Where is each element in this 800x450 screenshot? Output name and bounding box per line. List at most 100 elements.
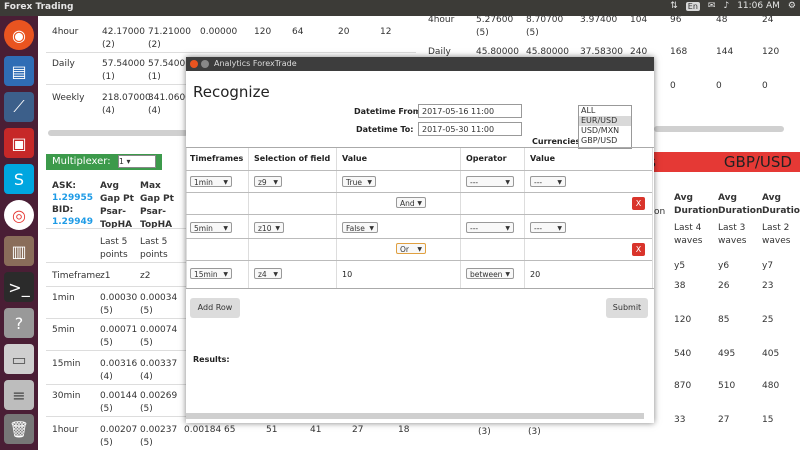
currency-option[interactable]: ALL	[579, 106, 631, 116]
ubuntu-logo-icon[interactable]: ◉	[4, 20, 34, 50]
operator-select[interactable]: --- ▼	[466, 176, 514, 187]
field-select[interactable]: z4 ▼	[254, 268, 282, 279]
cell: 0	[762, 81, 768, 91]
dropdown-arrow-icon: ▼	[505, 225, 510, 232]
document-viewer-icon[interactable]: ▤	[4, 56, 34, 86]
divider	[46, 262, 186, 263]
divider	[186, 214, 652, 215]
cell: 0.00074 (5)	[140, 325, 178, 348]
datetime-to-label: Datetime To:	[356, 125, 414, 134]
datetime-to-input[interactable]: 2017-05-30 11:00	[418, 122, 522, 136]
divider	[336, 148, 337, 288]
cell: 65	[224, 425, 236, 435]
divider	[46, 228, 186, 229]
value-input[interactable]: 10	[342, 270, 352, 279]
multiplexer-select[interactable]: 1 ▾	[117, 154, 156, 168]
select-value: z10	[258, 224, 272, 233]
divider	[186, 260, 652, 261]
cell: 870	[674, 381, 692, 391]
help-icon[interactable]: ?	[4, 308, 34, 338]
cell: 405	[762, 349, 780, 359]
chart-app-icon[interactable]: ⟋	[4, 92, 34, 122]
divider	[460, 148, 461, 288]
cell: 0.00144 (5)	[100, 391, 138, 414]
dropdown-arrow-icon: ▼	[505, 179, 510, 186]
dialog-horizontal-scrollbar[interactable]	[186, 413, 644, 419]
cell: 25	[762, 315, 774, 325]
cell: 5.27600 (5)	[476, 16, 514, 38]
value2-select[interactable]: --- ▼	[530, 222, 566, 233]
dialog-titlebar: Analytics ForexTrade	[186, 57, 654, 71]
horizontal-scrollbar-right[interactable]	[654, 126, 784, 132]
header-value: Value	[342, 154, 368, 163]
row-label-daily: Daily	[52, 59, 75, 69]
cell: 0.00237 (5)	[140, 425, 178, 448]
value2-input[interactable]: 20	[530, 270, 540, 279]
volume-icon[interactable]: ♪	[723, 1, 729, 11]
col-header-avg-gap: Avg Gap Pt Psar-TopHA	[100, 181, 134, 230]
submit-button[interactable]: Submit	[606, 298, 648, 318]
divider	[186, 170, 652, 171]
cell: 71.21000 (2)	[148, 27, 191, 50]
settings-gear-icon[interactable]: ⚙	[788, 1, 796, 11]
minimize-icon[interactable]	[201, 60, 209, 68]
conjunction-select[interactable]: Or ▼	[396, 243, 426, 254]
field-select[interactable]: z9 ▼	[254, 176, 282, 187]
horizontal-scrollbar[interactable]	[48, 130, 188, 136]
value-select[interactable]: False ▼	[342, 222, 378, 233]
dropdown-arrow-icon: ▼	[275, 225, 280, 232]
divider	[46, 52, 416, 53]
currency-option[interactable]: GBP/USD	[579, 136, 631, 146]
chrome-icon[interactable]: ◎	[4, 200, 34, 230]
row-label-30min: 30min	[52, 391, 81, 401]
header-field: Selection of field	[254, 154, 331, 163]
operator-select[interactable]: between ▼	[466, 268, 514, 279]
col-header-avg-duration: Avg Duration	[762, 193, 800, 216]
row-label-1hour: 1hour	[52, 425, 79, 435]
add-row-button[interactable]: Add Row	[190, 298, 240, 318]
divider	[652, 148, 653, 288]
network-icon[interactable]: ⇅	[670, 1, 678, 11]
remove-row-button[interactable]: X	[632, 243, 645, 256]
dropdown-arrow-icon: ▼	[223, 271, 228, 278]
timeframe-select[interactable]: 15min ▼	[190, 268, 232, 279]
cell: 20	[338, 27, 350, 37]
timeframe-select[interactable]: 5min ▼	[190, 222, 232, 233]
value-select[interactable]: True ▼	[342, 176, 376, 187]
keyboard-layout-indicator[interactable]: En	[685, 1, 700, 11]
divider	[186, 148, 187, 288]
remove-row-button[interactable]: X	[632, 197, 645, 210]
close-icon[interactable]	[190, 60, 198, 68]
trash-icon[interactable]: 🗑	[4, 414, 34, 444]
cell: 38	[674, 281, 686, 291]
currency-option[interactable]: USD/MXN	[579, 126, 631, 136]
select-value: z9	[258, 178, 267, 187]
red-app-icon[interactable]: ▣	[4, 128, 34, 158]
operator-select[interactable]: --- ▼	[466, 222, 514, 233]
clock[interactable]: 11:06 AM	[737, 1, 780, 11]
col-header-avg-duration: Avg Duration	[718, 193, 763, 216]
timeframe-select[interactable]: 1min ▼	[190, 176, 232, 187]
terminal-icon[interactable]: >_	[4, 272, 34, 302]
currencies-list[interactable]: ALL EUR/USD USD/MXN GBP/USD	[578, 105, 632, 149]
drive-icon[interactable]: ▭	[4, 344, 34, 374]
cell: 8.70700 (5)	[526, 16, 564, 38]
datetime-from-label: Datetime From:	[354, 107, 425, 116]
server-icon[interactable]: ≡	[4, 380, 34, 410]
currency-option[interactable]: EUR/USD	[579, 116, 631, 126]
skype-icon[interactable]: S	[4, 164, 34, 194]
cell: (3)	[478, 427, 491, 437]
field-select[interactable]: z10 ▼	[254, 222, 284, 233]
col-header-max-gap: Max Gap Pt Psar-TopHA	[140, 181, 174, 230]
datetime-from-input[interactable]: 2017-05-16 11:00	[418, 104, 522, 118]
archive-manager-icon[interactable]: ▥	[4, 236, 34, 266]
cell: 12	[380, 27, 392, 37]
conjunction-select[interactable]: And ▼	[396, 197, 426, 208]
y5-label: y5	[674, 261, 686, 271]
cell: 144	[716, 47, 734, 57]
mail-icon[interactable]: ✉	[708, 1, 716, 11]
timeframe-label: Timeframe	[52, 271, 101, 281]
value2-select[interactable]: --- ▼	[530, 176, 566, 187]
dropdown-arrow-icon: ▼	[369, 225, 374, 232]
cell: 57.5400 (1)	[148, 59, 186, 82]
